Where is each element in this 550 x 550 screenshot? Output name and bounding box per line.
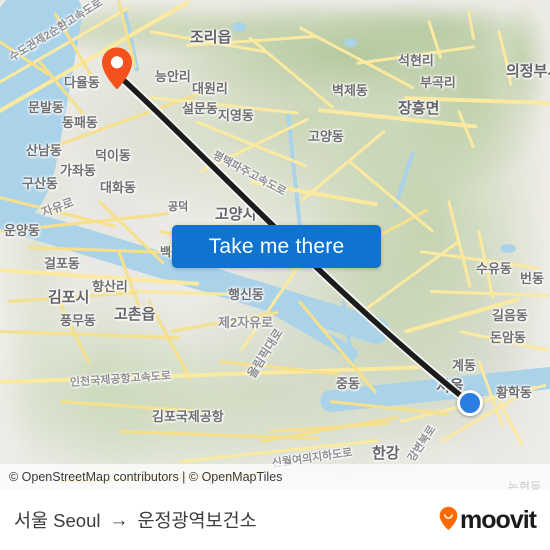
map-label: 다율동 [64, 75, 100, 90]
map-label: 황학동 [496, 385, 532, 400]
map-label: 수유동 [476, 261, 512, 276]
map-label: 가좌동 [60, 163, 96, 178]
moovit-logo[interactable]: moovit [438, 506, 550, 535]
map-label: 한강 [372, 445, 400, 462]
map-label: 대화동 [100, 180, 136, 195]
map-label: 동패동 [62, 115, 98, 130]
map-label: 김포시 [48, 289, 90, 306]
map-label: 행신동 [228, 287, 264, 302]
map-label: 번동 [520, 271, 544, 286]
map-label: 길음동 [492, 308, 528, 323]
route-origin-label: 서울 Seoul [14, 510, 101, 531]
origin-dot[interactable] [457, 390, 483, 416]
map-canvas[interactable]: 수도권제2순환고속도로 다율동 문발동 동패동 산남동 덕이동 가좌동 구산동 대화동 능안리 조리… [0, 0, 550, 490]
map-label: 산남동 [26, 143, 62, 158]
map-label: 대원리 [192, 81, 228, 96]
map-attribution-text[interactable]: © OpenStreetMap contributors | © OpenMap… [0, 470, 282, 484]
map-label: 벽제동 [332, 83, 368, 98]
destination-pin[interactable] [100, 46, 134, 90]
route-destination-label: 운정광역보건소 [137, 510, 257, 531]
map-label: 조리읍 [190, 29, 232, 46]
moovit-route-card: 수도권제2순환고속도로 다율동 문발동 동패동 산남동 덕이동 가좌동 구산동 대화동 능안리 조리… [0, 0, 550, 550]
route-summary: 서울 Seoul → 운정광역보건소 [0, 507, 257, 533]
moovit-wordmark: moovit [460, 505, 537, 534]
map-label: 덕이동 [95, 148, 131, 163]
map-label: 석현리 [398, 53, 434, 68]
map-label: 김포국제공항 [152, 409, 224, 424]
map-label: 의정부시 [506, 63, 550, 80]
moovit-pin-icon [438, 506, 459, 535]
map-label: 부곡리 [420, 75, 456, 90]
map-label: 풍무동 [60, 313, 96, 328]
map-label: 능안리 [155, 69, 191, 84]
map-label: 운양동 [4, 223, 40, 238]
arrow-right-icon: → [109, 509, 129, 531]
map-label: 고촌읍 [114, 306, 156, 323]
footer-bar: 서울 Seoul → 운정광역보건소 moovit [0, 490, 550, 550]
map-label: 향산리 [92, 279, 128, 294]
take-me-there-button[interactable]: Take me there [172, 225, 381, 268]
map-label: 고양시 [215, 206, 257, 223]
map-label: 지영동 [218, 108, 254, 123]
map-label: 중동 [336, 376, 360, 391]
map-label: 구산동 [22, 176, 58, 191]
map-label: 서울 [436, 378, 464, 395]
water-pond-1 [232, 22, 246, 32]
map-attribution-bar: © OpenStreetMap contributors | © OpenMap… [0, 464, 550, 490]
map-label: 설문동 [182, 101, 218, 116]
water-pond-2 [500, 244, 516, 253]
map-label: 제2자유로 [218, 315, 274, 330]
map-label: 돈암동 [490, 330, 526, 345]
map-label: 걸포동 [44, 256, 80, 271]
water-pond-3 [344, 38, 357, 47]
map-label: 고양동 [308, 129, 344, 144]
map-label: 장흥면 [398, 100, 440, 117]
map-label: 공덕 [168, 201, 189, 213]
map-label: 계동 [452, 358, 476, 373]
map-label: 문발동 [28, 100, 64, 115]
